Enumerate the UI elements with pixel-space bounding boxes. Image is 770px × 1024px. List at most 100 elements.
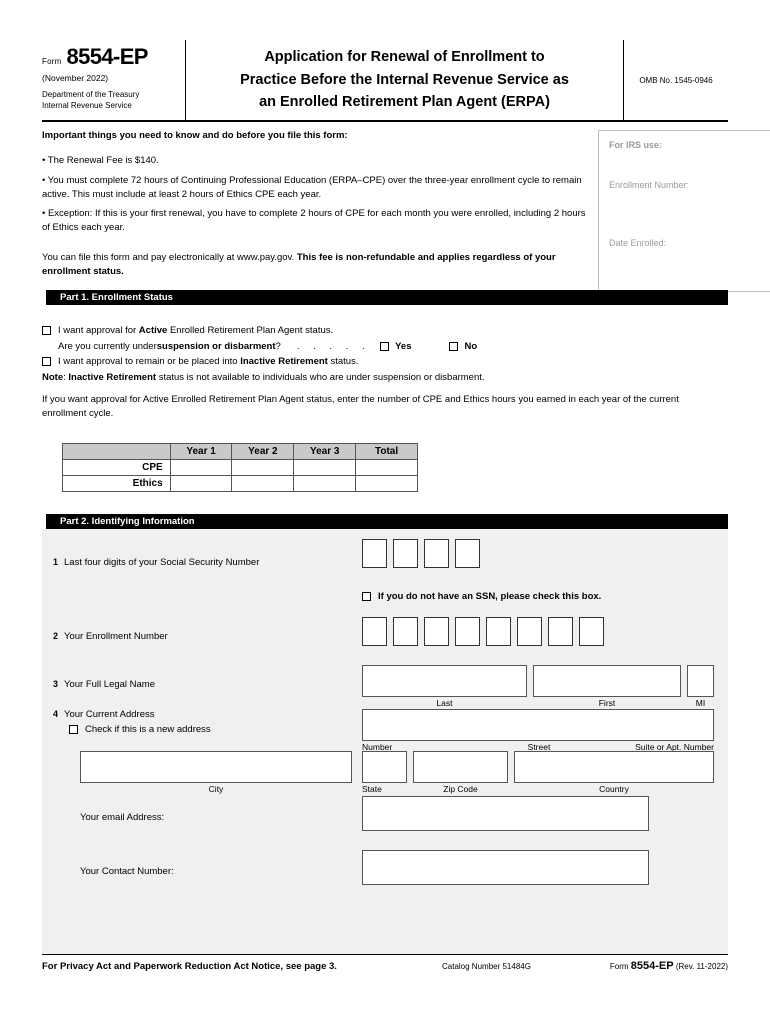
part1-body: I want approval for Active Enrolled Reti…	[42, 305, 728, 492]
form-number: 8554-EP	[66, 44, 148, 69]
enrollment-digit-7[interactable]	[548, 616, 573, 646]
no-ssn-row[interactable]: If you do not have an SSN, please check …	[362, 591, 601, 602]
ethics-cell-year2[interactable]	[231, 474, 295, 492]
enrollment-number-row: 2 Your Enrollment Number	[42, 631, 344, 644]
state-caption: State	[362, 783, 382, 794]
ssn-label: Last four digits of your Social Security…	[64, 556, 260, 568]
enrollment-item-number: 2	[53, 630, 59, 641]
no-ssn-checkbox[interactable]	[362, 591, 371, 601]
legal-name-fields: Last First MI	[362, 664, 714, 708]
enrollment-digit-6[interactable]	[517, 616, 542, 646]
country-group: Country	[514, 750, 714, 794]
cpe-cell-year3[interactable]	[293, 458, 357, 476]
footer-form-identifier: Form 8554-EP (Rev. 11-2022)	[592, 960, 728, 972]
part2-header: Part 2. Identifying Information	[42, 513, 728, 529]
zip-group: Zip Code	[413, 750, 508, 794]
cpe-cell-year2[interactable]	[231, 458, 295, 476]
enrollment-digit-8[interactable]	[579, 616, 604, 646]
contact-label: Your Contact Number:	[80, 865, 174, 877]
ssn-item-number: 1	[53, 556, 59, 567]
ssn-digit-boxes[interactable]	[362, 538, 486, 568]
footer-form-word: Form	[609, 961, 629, 971]
privacy-notice: For Privacy Act and Paperwork Reduction …	[42, 960, 337, 972]
inactive-note-rest: status is not available to individuals w…	[156, 372, 485, 384]
suspension-no-label: No	[464, 340, 478, 352]
first-name-group: First	[533, 664, 681, 708]
cpe-col-year1: Year 1	[169, 442, 233, 460]
suspension-yes-checkbox[interactable]	[380, 341, 390, 351]
masthead-right: OMB No. 1545-0946	[624, 40, 728, 120]
new-address-checkbox[interactable]	[69, 724, 78, 734]
new-address-row[interactable]: Check if this is a new address	[69, 724, 211, 735]
ssn-digit-3[interactable]	[424, 538, 449, 568]
last-name-caption: Last	[436, 697, 453, 708]
active-status-label: I want approval for Active Enrolled Reti…	[58, 325, 333, 337]
ssn-row: 1 Last four digits of your Social Securi…	[42, 557, 344, 570]
form-identifier: Form 8554-EP	[42, 44, 177, 70]
cpe-table-header-row: Year 1 Year 2 Year 3 Total	[62, 442, 418, 460]
cpe-col-year2: Year 2	[231, 442, 295, 460]
enrollment-digit-5[interactable]	[486, 616, 511, 646]
suspension-no-checkbox[interactable]	[449, 341, 459, 351]
inactive-status-label-post: status.	[327, 355, 359, 367]
enrollment-digit-4[interactable]	[455, 616, 480, 646]
department-line-1: Department of the Treasury	[42, 90, 140, 99]
part2-section: Part 2. Identifying Information 1 Last f…	[42, 513, 728, 954]
ssn-digit-1[interactable]	[362, 538, 387, 568]
active-status-row[interactable]: I want approval for Active Enrolled Reti…	[42, 325, 728, 337]
cpe-col-year3: Year 3	[293, 442, 357, 460]
country-field[interactable]	[514, 750, 714, 783]
cpe-cell-total[interactable]	[355, 458, 418, 476]
inactive-status-checkbox[interactable]	[42, 356, 51, 366]
enrollment-digit-1[interactable]	[362, 616, 387, 646]
ethics-cell-total[interactable]	[355, 474, 418, 492]
city-field[interactable]	[80, 750, 352, 783]
irs-use-heading: For IRS use:	[609, 140, 663, 150]
suspension-yes-option[interactable]: Yes	[380, 341, 411, 352]
address-row: 4 Your Current Address Check if this is …	[42, 709, 211, 735]
inactive-status-label: I want approval to remain or be placed i…	[58, 356, 358, 368]
email-field[interactable]	[362, 795, 649, 831]
ssn-digit-4[interactable]	[455, 538, 480, 568]
cpe-cell-year1[interactable]	[169, 458, 233, 476]
first-name-field[interactable]	[533, 664, 681, 697]
country-caption: Country	[599, 783, 629, 794]
ethics-cell-year1[interactable]	[169, 474, 233, 492]
suspension-no-option[interactable]: No	[449, 341, 477, 352]
enrollment-digit-boxes[interactable]	[362, 616, 610, 646]
contact-field[interactable]	[362, 849, 649, 885]
form-title: Application for Renewal of Enrollment to…	[240, 46, 569, 113]
footer-revision: (Rev. 11-2022)	[675, 961, 728, 971]
masthead-center: Application for Renewal of Enrollment to…	[186, 40, 624, 120]
ssn-digit-2[interactable]	[393, 538, 418, 568]
footer-form-number: 8554-EP	[630, 959, 674, 972]
enrollment-digit-3[interactable]	[424, 616, 449, 646]
active-status-checkbox[interactable]	[42, 326, 51, 336]
intro-section: Important things you need to know and do…	[42, 122, 770, 292]
middle-initial-field[interactable]	[687, 664, 714, 697]
address-label-group: Your Current Address Check if this is a …	[64, 709, 211, 735]
table-row: Ethics	[62, 474, 418, 492]
zip-field[interactable]	[413, 750, 508, 783]
intro-bullet-3: • Exception: If this is your first renew…	[42, 208, 586, 234]
state-group: State	[362, 750, 407, 794]
irs-use-box: For IRS use: Enrollment Number: Date Enr…	[598, 130, 770, 292]
inactive-status-row[interactable]: I want approval to remain or be placed i…	[42, 356, 728, 368]
part1-section: Part 1. Enrollment Status I want approva…	[42, 290, 728, 492]
inactive-note: Note: Inactive Retirement status is not …	[42, 372, 728, 383]
active-status-label-post: Enrolled Retirement Plan Agent status.	[167, 325, 334, 337]
enrollment-digit-2[interactable]	[393, 616, 418, 646]
active-status-label-bold: Active	[138, 325, 168, 337]
state-field[interactable]	[362, 750, 407, 783]
leader-dots: . . . . .	[296, 340, 371, 352]
department-line-2: Internal Revenue Service	[42, 100, 132, 110]
last-name-field[interactable]	[362, 664, 527, 697]
ethics-cell-year3[interactable]	[293, 474, 357, 492]
no-ssn-label: If you do not have an SSN, please check …	[378, 590, 602, 602]
inactive-note-label: Note	[42, 372, 64, 384]
address-street-field[interactable]	[362, 708, 714, 741]
address-item-number: 4	[53, 708, 59, 719]
part2-body: 1 Last four digits of your Social Securi…	[42, 528, 728, 954]
inactive-status-label-bold: Inactive Retirement	[240, 355, 328, 367]
first-name-caption: First	[598, 697, 616, 708]
